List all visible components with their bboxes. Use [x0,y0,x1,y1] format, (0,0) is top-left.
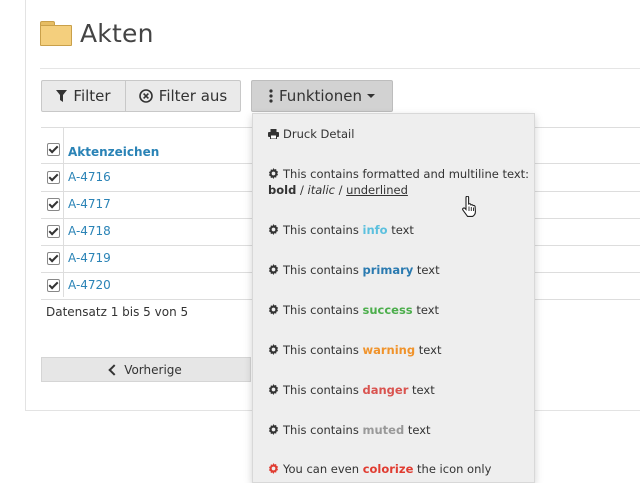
menu-item-primary[interactable]: This contains primary text [268,262,440,278]
row-checkbox[interactable] [47,171,60,184]
functions-dropdown-button[interactable]: Funktionen [251,80,393,112]
menu-item-success[interactable]: This contains success text [268,302,439,318]
menu-item-muted[interactable]: This contains muted text [268,422,431,438]
vertical-ellipsis-icon [269,89,273,103]
gear-icon [268,344,279,355]
filter-off-button-label: Filter aus [158,87,228,105]
divider [40,68,640,69]
menu-item-print-detail[interactable]: Druck Detail [268,126,354,142]
gear-icon [268,424,279,435]
menu-item-multiline[interactable]: This contains formatted and multiline te… [268,166,529,198]
previous-label: Vorherige [124,362,182,377]
previous-page-button[interactable]: Vorherige [41,357,251,382]
page-header: Akten [40,14,154,52]
chevron-left-icon [108,363,120,376]
gear-icon [268,224,279,235]
filter-icon [56,89,68,102]
record-link[interactable]: A-4716 [68,170,111,184]
row-checkbox[interactable] [47,225,60,238]
menu-item-colorize[interactable]: You can even colorize the icon only [268,461,491,477]
record-link[interactable]: A-4720 [68,278,111,292]
menu-item-warning[interactable]: This contains warning text [268,342,441,358]
record-link[interactable]: A-4719 [68,251,111,265]
filter-off-button[interactable]: Filter aus [125,80,241,112]
folder-icon [40,21,72,46]
row-checkbox[interactable] [47,252,60,265]
functions-dropdown-menu: Druck Detail This contains formatted and… [252,113,535,483]
gear-icon [268,264,279,275]
gear-icon [268,304,279,315]
column-divider [63,127,64,297]
record-link[interactable]: A-4718 [68,224,111,238]
gear-icon [268,384,279,395]
times-circle-icon [138,89,153,103]
filter-button[interactable]: Filter [41,80,126,112]
select-all-checkbox[interactable] [47,143,60,156]
filter-button-label: Filter [73,87,111,105]
row-checkbox[interactable] [47,279,60,292]
caret-down-icon [366,94,375,98]
record-info: Datensatz 1 bis 5 von 5 [46,305,189,319]
gear-icon [268,168,279,179]
print-icon [268,129,279,139]
gear-icon [268,463,279,474]
page-title: Akten [80,18,154,48]
menu-item-info[interactable]: This contains info text [268,222,414,238]
record-link[interactable]: A-4717 [68,197,111,211]
hand-pointer-icon [462,196,476,217]
row-checkbox[interactable] [47,198,60,211]
menu-item-danger[interactable]: This contains danger text [268,382,435,398]
column-header-aktenzeichen[interactable]: Aktenzeichen [68,145,159,159]
functions-button-label: Funktionen [279,87,362,105]
